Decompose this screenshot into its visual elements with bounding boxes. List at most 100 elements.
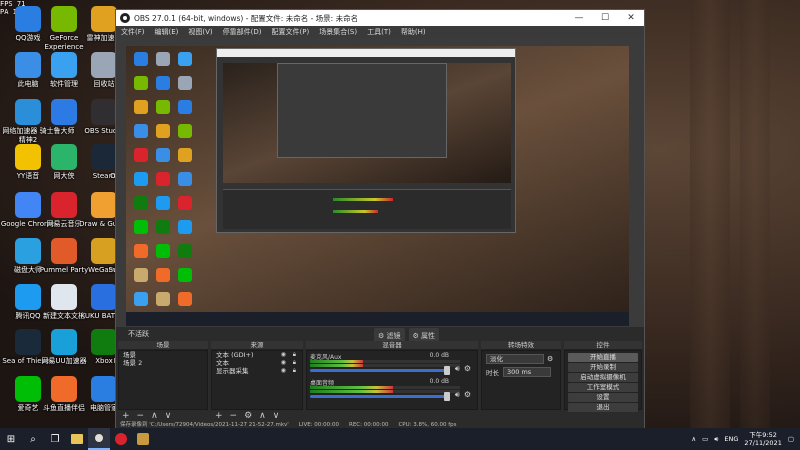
clock[interactable]: 下午9:52 27/11/2021 <box>744 431 781 447</box>
visibility-eye-icon[interactable]: ◉ <box>281 359 286 367</box>
obs-window[interactable]: OBS 27.0.1 (64-bit, windows) - 配置文件: 未命名… <box>115 9 645 429</box>
nested-desktop-icon <box>178 76 192 90</box>
source-item[interactable]: 显示器采集 ◉ 🔒︎ <box>212 367 302 375</box>
channel-db: 0.0 dB <box>429 352 449 359</box>
nested-desktop-icon <box>134 268 148 282</box>
gear-icon[interactable]: ⚙ <box>464 364 471 374</box>
obs-taskbar-icon[interactable] <box>88 428 110 450</box>
speaker-icon[interactable]: 🔊︎ <box>455 390 460 400</box>
geforce-icon <box>51 6 77 32</box>
obs-title-bar[interactable]: OBS 27.0.1 (64-bit, windows) - 配置文件: 未命名… <box>116 10 644 26</box>
app-taskbar-icon[interactable] <box>132 428 154 450</box>
slider-knob[interactable] <box>444 366 450 375</box>
scene-status-bar: 不活跃 ⚙ 滤镜 ⚙ 属性 <box>116 327 644 344</box>
nested-desktop-icon <box>156 124 170 138</box>
transition-select[interactable]: 淡化 <box>486 354 544 364</box>
slider-knob[interactable] <box>444 392 450 401</box>
source-settings-button[interactable]: ⚙ <box>244 410 252 422</box>
scene-item[interactable]: 场景 2 <box>119 359 207 367</box>
meter-level <box>310 364 363 367</box>
meter-level <box>310 386 393 389</box>
start-virtual-camera-button[interactable]: 启动虚拟摄像机 <box>568 373 638 382</box>
file-explorer-taskbar-icon[interactable] <box>66 428 88 450</box>
pummel-party-icon <box>51 238 77 264</box>
add-source-button[interactable]: + <box>215 410 223 422</box>
lock-icon[interactable]: 🔒︎ <box>293 367 296 375</box>
volume-slider[interactable] <box>310 392 450 401</box>
menu-item[interactable]: 场景集合(S) <box>314 27 362 37</box>
lock-icon[interactable]: 🔒︎ <box>293 359 296 367</box>
maximize-button[interactable]: ☐ <box>592 13 618 23</box>
exit-button[interactable]: 退出 <box>568 403 638 412</box>
system-tray: ∧ ▭ 🔊︎ ENG 下午9:52 27/11/2021 ▢ <box>691 428 794 450</box>
recycle-bin-icon <box>91 52 117 78</box>
minimize-button[interactable]: — <box>566 13 592 23</box>
source-item[interactable]: 文本 (GDI+) ◉ 🔒︎ <box>212 351 302 359</box>
nested-obs-preview <box>216 48 516 233</box>
background-wood-beam <box>690 0 730 428</box>
nested-desktop-icon <box>134 172 148 186</box>
nested-desktop-icon <box>156 268 170 282</box>
gear-icon[interactable]: ⚙ <box>464 390 471 400</box>
input-method[interactable]: ENG <box>724 435 738 443</box>
menu-item[interactable]: 编辑(E) <box>150 27 184 37</box>
source-item[interactable]: 文本 ◉ 🔒︎ <box>212 359 302 367</box>
scene-item[interactable]: 场景 <box>119 351 207 359</box>
volume-meter <box>310 360 460 363</box>
uu-icon <box>51 329 77 355</box>
sources-list[interactable]: 文本 (GDI+) ◉ 🔒︎ 文本 ◉ 🔒︎ 显示器采集 ◉ 🔒︎ <box>211 350 303 410</box>
move-down-button[interactable]: ∨ <box>273 410 280 422</box>
volume-meter <box>310 390 460 393</box>
start-streaming-button[interactable]: 开始直播 <box>568 353 638 362</box>
wangdaxia-icon <box>51 144 77 170</box>
nested-desktop-icon <box>134 244 148 258</box>
start-button[interactable]: ⊞ <box>0 428 22 450</box>
task-view-button[interactable]: ❐ <box>44 428 66 450</box>
preview-area[interactable] <box>116 38 644 327</box>
search-button[interactable]: ⌕ <box>22 428 44 450</box>
menu-item[interactable]: 帮助(H) <box>396 27 431 37</box>
notification-icon[interactable]: ▢ <box>788 435 794 443</box>
sources-dock-header: 来源 <box>211 341 303 350</box>
menu-item[interactable]: 文件(F) <box>116 27 150 37</box>
move-up-button[interactable]: ∧ <box>151 410 158 422</box>
move-up-button[interactable]: ∧ <box>259 410 266 422</box>
audio-mixer[interactable]: 麦克风/Aux 0.0 dB 🔊︎ ⚙ 桌面音频 0.0 dB 🔊︎ ⚙ <box>306 350 478 410</box>
scene-transitions[interactable]: 淡化 ⚙ 时长 300 ms <box>481 350 561 410</box>
scenes-list[interactable]: 场景 场景 2 <box>118 350 208 410</box>
nested-desktop-icon <box>178 52 192 66</box>
network-icon[interactable]: ▭ <box>702 435 708 443</box>
settings-button[interactable]: 设置 <box>568 393 638 402</box>
settings-icon[interactable]: ⚙ <box>547 355 553 363</box>
nested-desktop-icon <box>178 268 192 282</box>
remove-scene-button[interactable]: − <box>137 410 145 422</box>
nested-desktop-icon <box>156 172 170 186</box>
studio-mode-button[interactable]: 工作室模式 <box>568 383 638 392</box>
nested-desktop-icon <box>134 196 148 210</box>
nested-desktop-icon <box>134 148 148 162</box>
menu-item[interactable]: 工具(T) <box>362 27 396 37</box>
channel-db: 0.0 dB <box>429 378 449 385</box>
mixer-channel: 桌面音频 0.0 dB 🔊︎ ⚙ <box>307 377 477 403</box>
volume-icon[interactable]: 🔊︎ <box>714 435 718 444</box>
duration-input[interactable]: 300 ms <box>503 367 551 377</box>
add-scene-button[interactable]: + <box>122 410 130 422</box>
close-button[interactable]: ✕ <box>618 13 644 23</box>
chevron-up-icon[interactable]: ∧ <box>691 435 696 443</box>
move-down-button[interactable]: ∨ <box>165 410 172 422</box>
thunder-accelerator-icon <box>91 6 117 32</box>
lock-icon[interactable]: 🔒︎ <box>293 351 296 359</box>
menu-item[interactable]: 配置文件(P) <box>267 27 315 37</box>
menu-item[interactable]: 视图(V) <box>183 27 217 37</box>
remove-source-button[interactable]: − <box>230 410 238 422</box>
preview-canvas[interactable] <box>126 46 629 326</box>
visibility-eye-icon[interactable]: ◉ <box>281 351 286 359</box>
background-wood-beam <box>740 0 770 428</box>
volume-slider[interactable] <box>310 366 450 375</box>
visibility-eye-icon[interactable]: ◉ <box>281 367 286 375</box>
window-title: OBS 27.0.1 (64-bit, windows) - 配置文件: 未命名… <box>134 13 359 23</box>
menu-item[interactable]: 停靠部件(D) <box>218 27 267 37</box>
speaker-icon[interactable]: 🔊︎ <box>455 364 460 374</box>
start-recording-button[interactable]: 开始录制 <box>568 363 638 372</box>
netease-music-taskbar-icon[interactable] <box>110 428 132 450</box>
